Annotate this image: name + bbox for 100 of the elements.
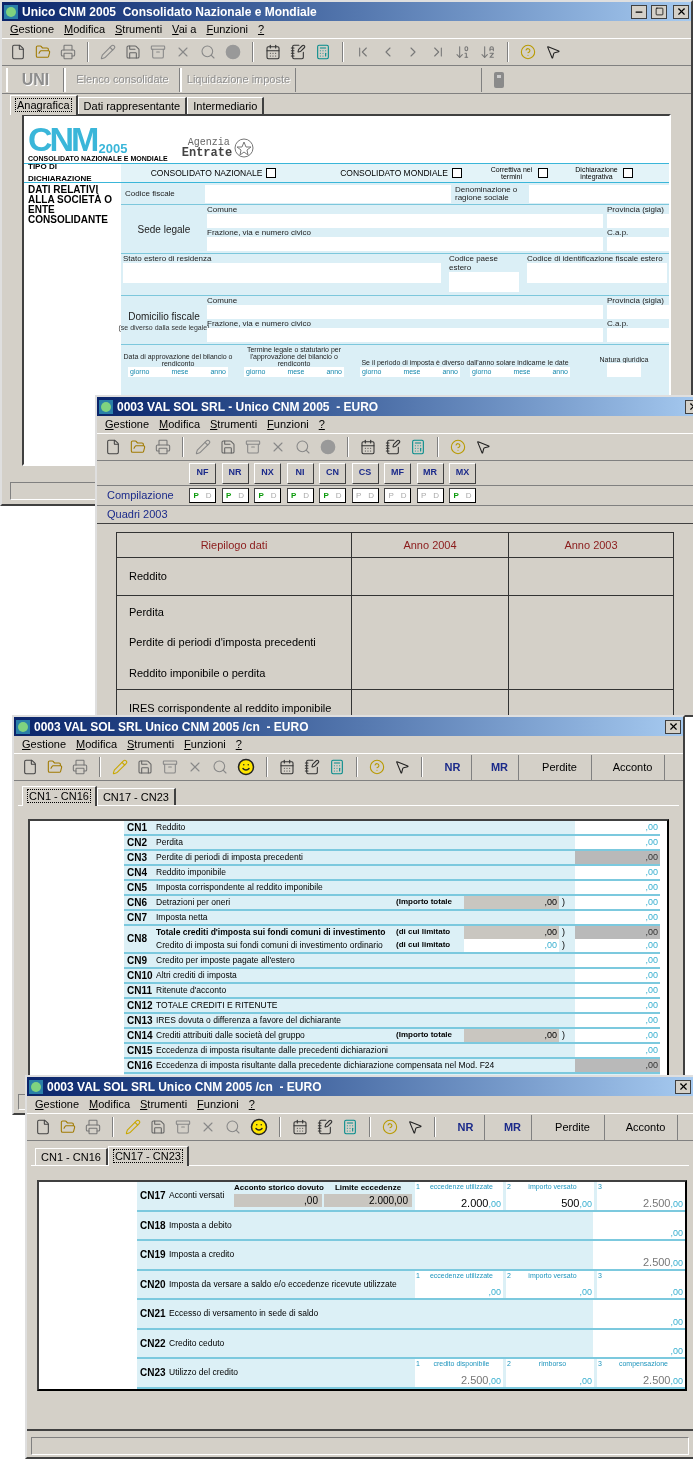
device-icon[interactable] <box>494 71 504 88</box>
tab[interactable]: CN1 - CN16 <box>22 786 97 806</box>
toolbar-button[interactable]: Perdite <box>541 1114 605 1140</box>
notebook-icon[interactable] <box>385 439 401 455</box>
new-file-icon[interactable] <box>35 1119 51 1135</box>
close-button[interactable] <box>673 4 689 19</box>
printer-icon[interactable] <box>72 759 88 775</box>
smiley-icon[interactable] <box>250 1118 268 1136</box>
checkbox[interactable] <box>622 168 633 178</box>
amount-field[interactable]: ,00 <box>234 1194 322 1207</box>
smiley-icon[interactable] <box>237 758 255 776</box>
archive-icon[interactable] <box>150 44 166 60</box>
menu-item[interactable]: Modifica <box>64 24 105 35</box>
archive-icon[interactable] <box>175 1119 191 1135</box>
menu-item[interactable]: Funzioni <box>267 419 309 430</box>
menu-item[interactable]: Strumenti <box>127 739 175 750</box>
amount-field[interactable]: 2.000,00 <box>324 1194 412 1207</box>
save-icon[interactable] <box>220 439 236 455</box>
minimize-button[interactable] <box>631 4 647 19</box>
tab[interactable]: Intermediario <box>187 97 265 114</box>
new-file-icon[interactable] <box>10 44 26 60</box>
search-icon[interactable] <box>212 759 228 775</box>
pencil-icon[interactable] <box>195 439 211 455</box>
tab[interactable]: CN17 - CN23 <box>107 1146 189 1166</box>
tab[interactable]: CN1 - CN16 <box>35 1148 108 1165</box>
input-field[interactable] <box>527 263 667 283</box>
notebook-icon[interactable] <box>290 44 306 60</box>
input-field[interactable] <box>607 305 669 319</box>
form-section-button[interactable]: NI <box>286 462 314 484</box>
new-file-icon[interactable] <box>105 439 121 455</box>
menu-item[interactable]: Strumenti <box>210 419 258 430</box>
input-field[interactable] <box>529 184 669 203</box>
menu-item[interactable]: ? <box>248 1099 255 1110</box>
menu-item[interactable]: ? <box>235 739 242 750</box>
menu-item[interactable]: Gestione <box>105 419 150 430</box>
save-icon[interactable] <box>137 759 153 775</box>
pencil-icon[interactable] <box>125 1119 141 1135</box>
input-field[interactable] <box>207 328 603 342</box>
input-field[interactable] <box>607 363 641 377</box>
calendar-icon[interactable] <box>360 439 376 455</box>
form-section-button[interactable]: MX <box>449 462 476 484</box>
sort-descending-icon[interactable] <box>480 44 496 60</box>
search-icon[interactable] <box>200 44 216 60</box>
help-icon[interactable] <box>382 1119 398 1135</box>
menu-item[interactable]: Modifica <box>76 739 117 750</box>
form-section-button[interactable]: MF <box>384 462 411 484</box>
open-folder-icon[interactable] <box>35 44 51 60</box>
input-field[interactable] <box>207 237 603 251</box>
pencil-icon[interactable] <box>100 44 116 60</box>
input-field[interactable] <box>607 237 669 251</box>
toolbar-button[interactable]: Perdite <box>528 754 592 780</box>
menu-item[interactable]: Gestione <box>10 24 55 35</box>
close-button[interactable] <box>665 719 681 734</box>
calculator-icon[interactable] <box>410 439 426 455</box>
toolbar-button[interactable]: MR <box>481 754 519 780</box>
notebook-icon[interactable] <box>304 759 320 775</box>
new-file-icon[interactable] <box>22 759 38 775</box>
input-field[interactable] <box>207 305 603 319</box>
menu-item[interactable]: Modifica <box>159 419 200 430</box>
calendar-icon[interactable] <box>292 1119 308 1135</box>
calculator-icon[interactable] <box>329 759 345 775</box>
checkbox[interactable] <box>537 168 548 178</box>
printer-icon[interactable] <box>60 44 76 60</box>
form-section-button[interactable]: CN <box>319 462 346 484</box>
help-icon[interactable] <box>450 439 466 455</box>
tab[interactable]: Dati rappresentante <box>77 97 188 114</box>
form-section-button[interactable]: MR <box>416 462 444 484</box>
archive-icon[interactable] <box>245 439 261 455</box>
toolbar-button[interactable]: NR <box>447 1114 485 1140</box>
form-section-button[interactable]: CS <box>351 462 379 484</box>
checkbox[interactable] <box>452 168 462 178</box>
save-icon[interactable] <box>150 1119 166 1135</box>
menu-item[interactable]: Gestione <box>35 1099 80 1110</box>
sort-ascending-icon[interactable] <box>455 44 471 60</box>
input-field[interactable] <box>449 272 519 292</box>
menu-item[interactable]: Strumenti <box>115 24 163 35</box>
open-folder-icon[interactable] <box>130 439 146 455</box>
menu-item[interactable]: Funzioni <box>197 1099 239 1110</box>
calculator-icon[interactable] <box>342 1119 358 1135</box>
menu-item[interactable]: ? <box>318 419 325 430</box>
close-button[interactable] <box>675 1079 691 1094</box>
open-folder-icon[interactable] <box>47 759 63 775</box>
save-icon[interactable] <box>125 44 141 60</box>
notebook-icon[interactable] <box>317 1119 333 1135</box>
toolbar-button[interactable]: MR <box>494 1114 532 1140</box>
pointer-help-icon[interactable] <box>394 759 410 775</box>
menu-item[interactable]: Vai a <box>172 24 197 35</box>
printer-icon[interactable] <box>155 439 171 455</box>
printer-icon[interactable] <box>85 1119 101 1135</box>
input-field[interactable] <box>607 328 669 342</box>
form-section-button[interactable]: NX <box>254 462 281 484</box>
amount-field[interactable]: 2.500,00 <box>593 1241 685 1269</box>
menu-item[interactable]: Funzioni <box>184 739 226 750</box>
calendar-icon[interactable] <box>265 44 281 60</box>
pointer-help-icon[interactable] <box>545 44 561 60</box>
checkbox[interactable] <box>266 168 277 178</box>
calculator-icon[interactable] <box>315 44 331 60</box>
pencil-icon[interactable] <box>112 759 128 775</box>
archive-icon[interactable] <box>162 759 178 775</box>
tab[interactable]: CN17 - CN23 <box>96 788 176 805</box>
